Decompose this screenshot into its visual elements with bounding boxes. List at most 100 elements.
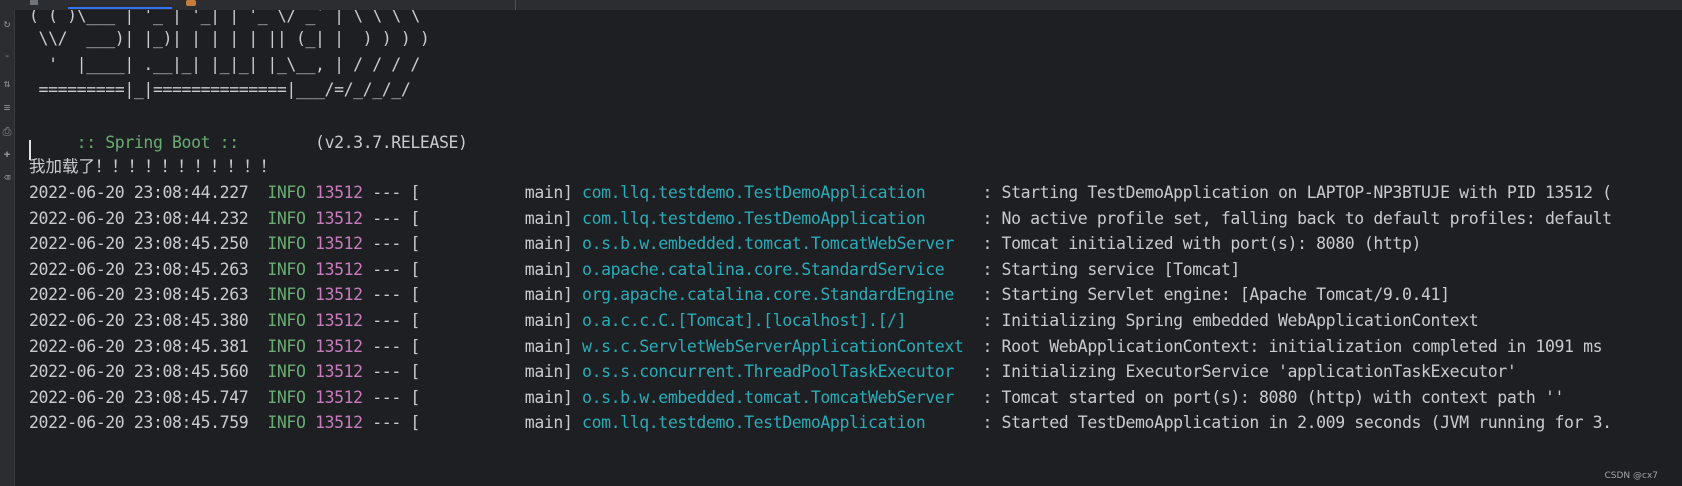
spring-boot-version-line: :: Spring Boot :: (v2.3.7.RELEASE) xyxy=(29,102,468,152)
pin-icon[interactable]: ✚ xyxy=(2,148,12,160)
log-separator: --- [ xyxy=(372,285,420,305)
log-logger-name[interactable]: o.s.b.w.embedded.tomcat.TomcatWebServer xyxy=(582,234,973,253)
log-separator: --- [ xyxy=(372,336,420,356)
log-message: : Started TestDemoApplication in 2.009 s… xyxy=(982,413,1612,433)
log-thread: main] xyxy=(419,234,573,254)
log-thread: main] xyxy=(419,362,573,382)
log-message: : Initializing ExecutorService 'applicat… xyxy=(982,362,1517,382)
log-logger-name[interactable]: com.llq.testdemo.TestDemoApplication xyxy=(582,183,973,202)
log-line: 2022-06-20 23:08:45.263 INFO 13512 --- [… xyxy=(29,281,1450,308)
log-message: : Starting Servlet engine: [Apache Tomca… xyxy=(982,285,1450,305)
log-timestamp: 2022-06-20 23:08:45.381 xyxy=(29,336,249,356)
console-toolbar: ↻ ‐ ⇅ ≡ ⎙ ✚ ⌫ xyxy=(0,10,15,486)
log-logger-name[interactable]: o.apache.catalina.core.StandardService xyxy=(582,260,973,279)
log-pid: 13512 xyxy=(315,362,363,382)
log-pid: 13512 xyxy=(315,413,363,433)
log-pid: 13512 xyxy=(315,259,363,279)
log-message: : Tomcat started on port(s): 8080 (http)… xyxy=(982,387,1565,407)
log-level: INFO xyxy=(267,285,306,305)
log-line: 2022-06-20 23:08:45.380 INFO 13512 --- [… xyxy=(29,307,1479,334)
spring-banner-line: \\/ ___)| |_)| | | | | || (_| | ) ) ) ) xyxy=(29,29,430,48)
log-separator: --- [ xyxy=(372,362,420,382)
run-console-output[interactable]: ( ( )\___ | '_ | '_| | '_ \/ _` | \ \ \ … xyxy=(15,10,1682,486)
log-level: INFO xyxy=(267,413,306,433)
log-timestamp: 2022-06-20 23:08:44.232 xyxy=(29,208,249,228)
log-separator: --- [ xyxy=(372,208,420,228)
log-line: 2022-06-20 23:08:44.232 INFO 13512 --- [… xyxy=(29,205,1612,232)
log-thread: main] xyxy=(419,208,573,228)
log-line: 2022-06-20 23:08:44.227 INFO 13512 --- [… xyxy=(29,179,1612,206)
log-separator: --- [ xyxy=(372,259,420,279)
log-pid: 13512 xyxy=(315,311,363,330)
delete-icon[interactable]: ⌫ xyxy=(2,172,12,184)
log-message: : Tomcat initialized with port(s): 8080 … xyxy=(982,234,1422,254)
log-logger-name[interactable]: o.s.b.w.embedded.tomcat.TomcatWebServer xyxy=(582,388,973,407)
stop-icon[interactable]: ‐ xyxy=(2,50,12,62)
log-line: 2022-06-20 23:08:45.759 INFO 13512 --- [… xyxy=(29,409,1612,436)
log-thread: main] xyxy=(419,311,573,330)
log-timestamp: 2022-06-20 23:08:45.263 xyxy=(29,259,249,279)
restart-icon[interactable]: ↻ xyxy=(2,18,12,30)
log-level: INFO xyxy=(267,387,306,407)
print-icon[interactable]: ⎙ xyxy=(2,126,12,138)
log-level: INFO xyxy=(267,311,306,330)
log-logger-name[interactable]: o.a.c.c.C.[Tomcat].[localhost].[/] xyxy=(582,311,973,330)
log-timestamp: 2022-06-20 23:08:44.227 xyxy=(29,183,249,202)
log-level: INFO xyxy=(267,208,306,228)
log-pid: 13512 xyxy=(315,208,363,228)
log-timestamp: 2022-06-20 23:08:45.263 xyxy=(29,285,249,305)
log-pid: 13512 xyxy=(315,234,363,254)
log-separator: --- [ xyxy=(372,234,420,254)
watermark: CSDN @cx7 xyxy=(1604,471,1658,481)
spring-banner-line: =========|_|==============|___/=/_/_/_/ xyxy=(29,80,411,99)
log-thread: main] xyxy=(419,259,573,279)
log-logger-name[interactable]: o.s.s.concurrent.ThreadPoolTaskExecutor xyxy=(582,362,973,381)
log-logger-name[interactable]: org.apache.catalina.core.StandardEngine xyxy=(582,285,973,304)
log-timestamp: 2022-06-20 23:08:45.747 xyxy=(29,387,249,407)
log-thread: main] xyxy=(419,413,573,433)
log-pid: 13512 xyxy=(315,183,363,202)
log-message: : No active profile set, falling back to… xyxy=(982,208,1612,228)
log-message: : Starting TestDemoApplication on LAPTOP… xyxy=(982,183,1612,202)
log-level: INFO xyxy=(267,362,306,382)
log-line: 2022-06-20 23:08:45.381 INFO 13512 --- [… xyxy=(29,333,1603,360)
log-separator: --- [ xyxy=(372,413,420,433)
log-logger-name[interactable]: w.s.c.ServletWebServerApplicationContext xyxy=(582,337,973,356)
log-thread: main] xyxy=(419,387,573,407)
log-timestamp: 2022-06-20 23:08:45.759 xyxy=(29,413,249,433)
log-line: 2022-06-20 23:08:45.747 INFO 13512 --- [… xyxy=(29,384,1564,411)
log-line: 2022-06-20 23:08:45.250 INFO 13512 --- [… xyxy=(29,230,1421,257)
log-pid: 13512 xyxy=(315,285,363,305)
spring-banner-line: ' |____| .__|_| |_|_| |_\__, | / / / / xyxy=(29,55,420,74)
log-message: : Root WebApplicationContext: initializa… xyxy=(982,336,1603,356)
log-separator: --- [ xyxy=(372,311,420,330)
log-separator: --- [ xyxy=(372,183,420,202)
log-logger-name[interactable]: com.llq.testdemo.TestDemoApplication xyxy=(582,413,973,432)
log-message: : Starting service [Tomcat] xyxy=(982,259,1240,279)
scroll-icon[interactable]: ⇅ xyxy=(2,78,12,90)
log-thread: main] xyxy=(419,336,573,356)
log-pid: 13512 xyxy=(315,336,363,356)
log-pid: 13512 xyxy=(315,387,363,407)
spring-boot-version: (v2.3.7.RELEASE) xyxy=(248,133,468,152)
active-tab-indicator[interactable] xyxy=(68,7,172,9)
spring-boot-label: :: Spring Boot :: xyxy=(67,133,249,152)
log-timestamp: 2022-06-20 23:08:45.560 xyxy=(29,362,249,382)
log-line: 2022-06-20 23:08:45.263 INFO 13512 --- [… xyxy=(29,256,1240,283)
tab-run-icon[interactable] xyxy=(186,0,196,6)
soft-wrap-icon[interactable]: ≡ xyxy=(2,102,12,114)
tab-icon[interactable] xyxy=(30,0,38,5)
log-timestamp: 2022-06-20 23:08:45.250 xyxy=(29,234,249,254)
tab-separator xyxy=(515,0,516,10)
log-message: : Initializing Spring embedded WebApplic… xyxy=(982,311,1479,330)
log-level: INFO xyxy=(267,336,306,356)
log-logger-name[interactable]: com.llq.testdemo.TestDemoApplication xyxy=(582,209,973,228)
custom-print-message: 我加载了！！！！！！！！！！！ xyxy=(29,157,277,176)
log-level: INFO xyxy=(267,259,306,279)
log-thread: main] xyxy=(419,183,573,202)
log-timestamp: 2022-06-20 23:08:45.380 xyxy=(29,311,249,330)
log-thread: main] xyxy=(419,285,573,305)
log-line: 2022-06-20 23:08:45.560 INFO 13512 --- [… xyxy=(29,358,1517,385)
log-level: INFO xyxy=(267,183,306,202)
log-separator: --- [ xyxy=(372,387,420,407)
